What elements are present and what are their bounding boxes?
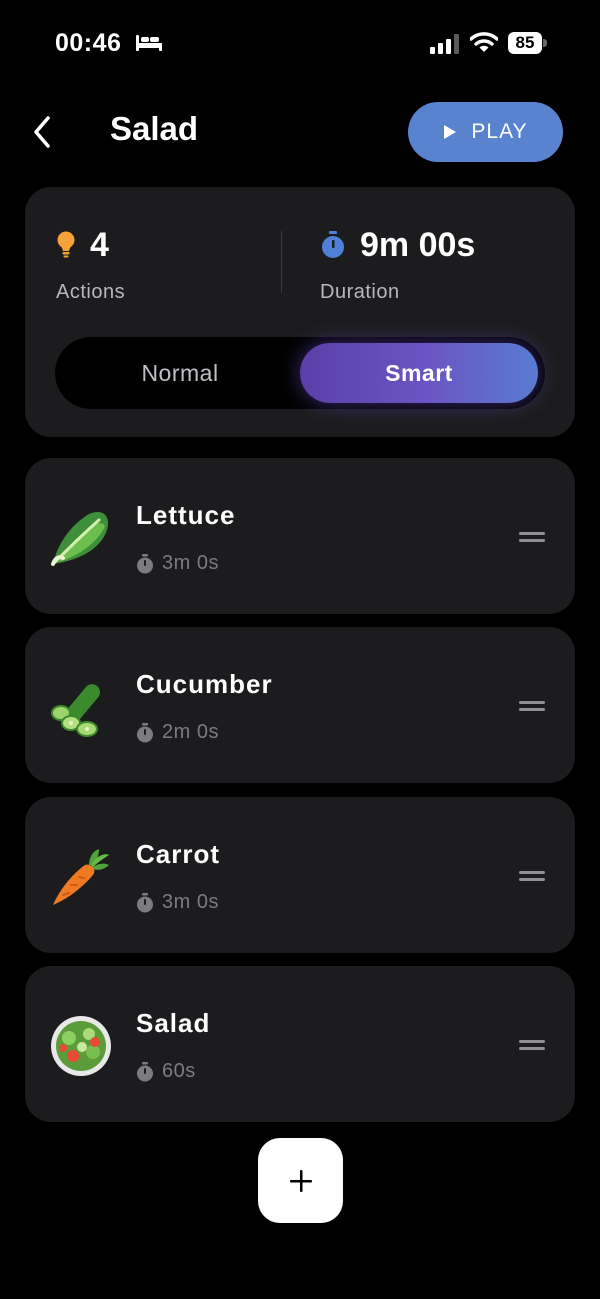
action-name: Salad — [136, 1008, 211, 1038]
actions-stat: 4 Actions — [56, 225, 126, 304]
lettuce-icon — [51, 511, 109, 566]
signal-icon — [430, 34, 459, 54]
battery-icon: 85 — [508, 32, 542, 54]
duration-value: 9m 00s — [360, 225, 476, 264]
lightbulb-icon — [57, 231, 75, 258]
carrot-icon — [53, 849, 109, 905]
drag-handle-icon[interactable] — [519, 1038, 547, 1052]
stat-divider — [281, 231, 282, 293]
wifi-icon — [470, 32, 498, 52]
action-duration: 3m 0s — [162, 891, 219, 913]
action-name: Cucumber — [136, 669, 273, 699]
action-card-salad[interactable]: Salad 60s — [25, 966, 575, 1122]
mode-normal-option[interactable]: Normal — [61, 343, 299, 403]
duration-label: Duration — [320, 281, 400, 303]
play-icon — [444, 125, 457, 139]
action-duration-row: 2m 0s — [136, 721, 219, 744]
play-button[interactable]: PLAY — [408, 102, 563, 162]
page-title: Salad — [110, 110, 199, 147]
drag-handle-icon[interactable] — [519, 530, 547, 544]
actions-label: Actions — [56, 281, 126, 303]
cucumber-icon — [51, 684, 100, 737]
action-duration: 3m 0s — [162, 552, 219, 574]
bed-icon — [136, 35, 162, 51]
drag-handle-icon[interactable] — [519, 699, 547, 713]
timer-icon — [137, 892, 153, 912]
plus-icon — [289, 1169, 312, 1192]
action-duration-row: 3m 0s — [136, 552, 219, 575]
action-duration: 2m 0s — [162, 721, 219, 743]
timer-icon — [137, 1061, 153, 1081]
mode-smart-option[interactable]: Smart — [300, 343, 538, 403]
timer-icon — [137, 553, 153, 573]
play-button-label: PLAY — [471, 120, 528, 143]
back-icon[interactable] — [28, 112, 60, 152]
salad-bowl-icon — [51, 1016, 111, 1076]
drag-handle-icon[interactable] — [519, 869, 547, 883]
action-duration-row: 3m 0s — [136, 891, 219, 914]
action-duration: 60s — [162, 1060, 196, 1082]
stopwatch-icon — [322, 231, 344, 258]
action-card-lettuce[interactable]: Lettuce 3m 0s — [25, 458, 575, 614]
action-name: Carrot — [136, 839, 221, 869]
add-action-button[interactable] — [258, 1138, 343, 1223]
battery-nub — [543, 39, 547, 47]
action-card-cucumber[interactable]: Cucumber 2m 0s — [25, 627, 575, 783]
mode-toggle: Normal Smart — [55, 337, 545, 409]
status-bar: 00:46 85 — [0, 0, 600, 90]
timer-icon — [137, 722, 153, 742]
duration-stat: 9m 00s Duration — [320, 225, 476, 304]
summary-card: 4 Actions 9m 00s Duration Normal Smart — [25, 187, 575, 437]
action-duration-row: 60s — [136, 1060, 196, 1083]
status-time: 00:46 — [55, 29, 122, 57]
action-name: Lettuce — [136, 500, 236, 530]
action-card-carrot[interactable]: Carrot 3m 0s — [25, 797, 575, 953]
actions-count: 4 — [90, 225, 109, 264]
